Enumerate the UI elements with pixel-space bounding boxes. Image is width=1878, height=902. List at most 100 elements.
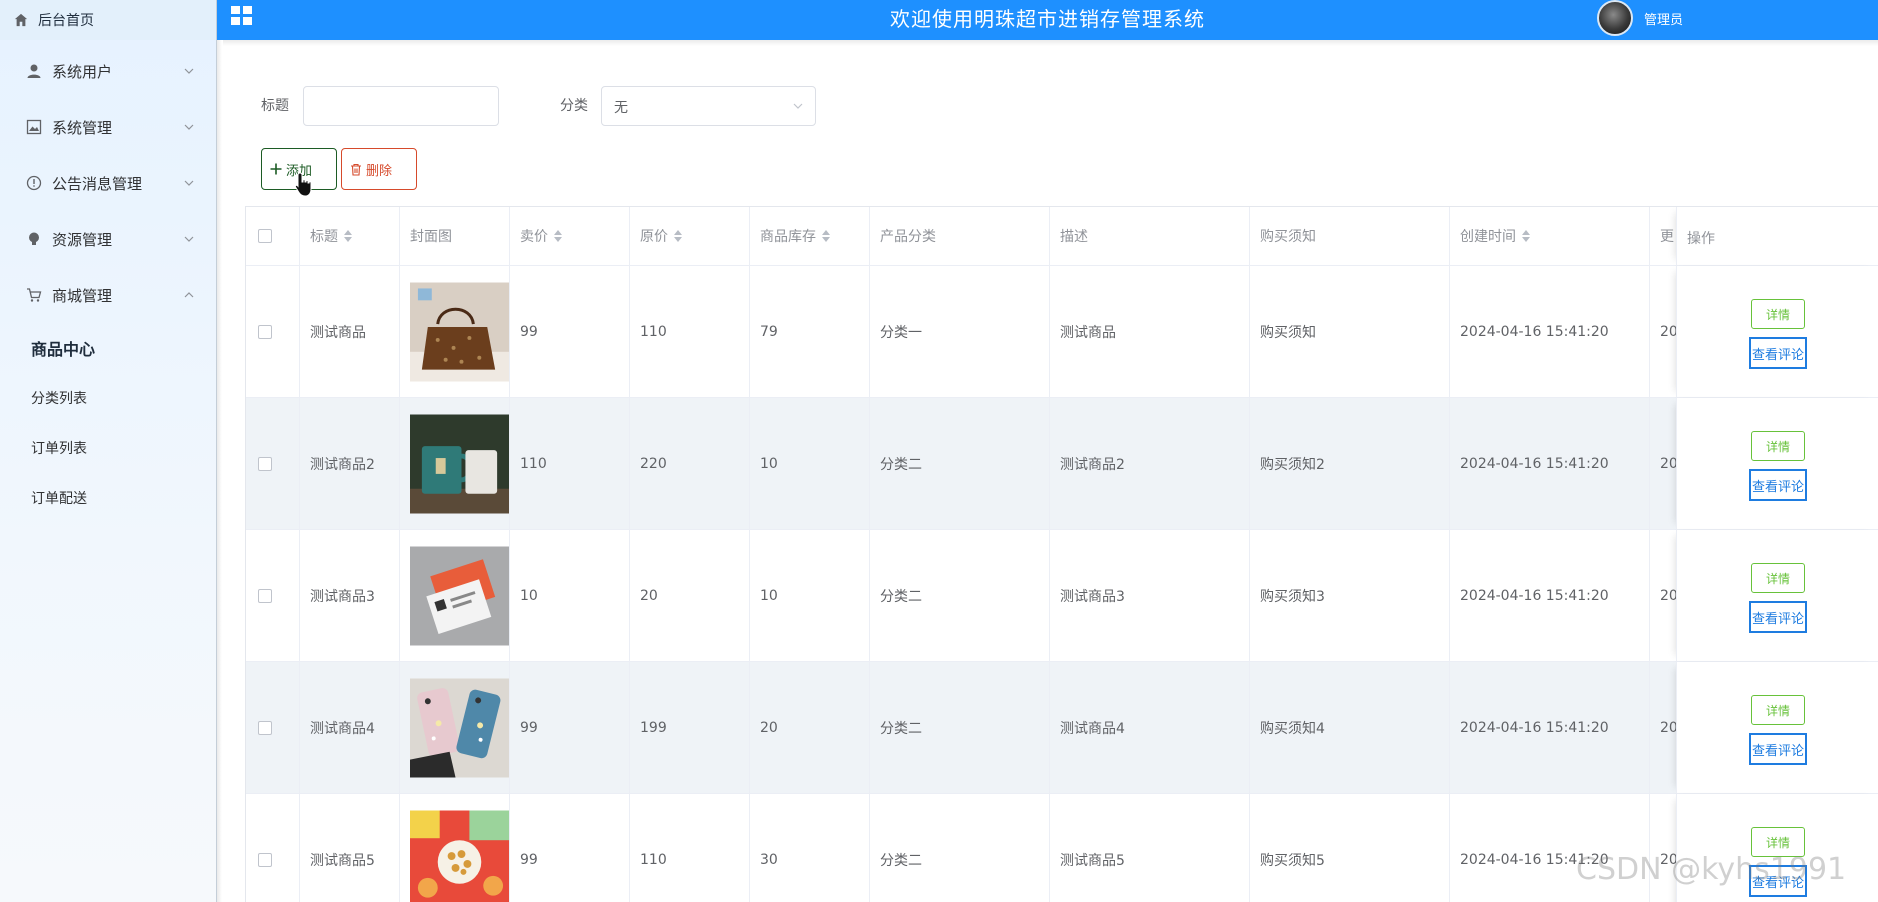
chevron-down-icon — [184, 236, 194, 242]
delete-button[interactable]: 删除 — [341, 148, 417, 190]
sidebar-subitem-category-list[interactable]: 分类列表 — [0, 373, 216, 423]
th-ops-label: 操作 — [1687, 231, 1715, 247]
cell-orig: 220 — [630, 398, 750, 529]
sidebar-subitem-label: 分类列表 — [31, 391, 87, 407]
view-comments-button[interactable]: 查看评论 — [1749, 601, 1807, 633]
view-comments-button[interactable]: 查看评论 — [1749, 733, 1807, 765]
product-image-cards[interactable] — [410, 546, 509, 646]
image-icon — [26, 119, 42, 135]
sort-icon[interactable] — [344, 229, 352, 243]
cell-notice: 购买须知 — [1250, 266, 1450, 397]
th-created-label: 创建时间 — [1460, 229, 1516, 245]
sidebar-subitem-product-center[interactable]: 商品中心 — [0, 323, 216, 373]
row-ops: 详情 查看评论 — [1676, 266, 1878, 397]
th-orig[interactable]: 原价 — [630, 207, 750, 265]
row-checkbox[interactable] — [258, 588, 272, 603]
title-filter-input[interactable] — [303, 86, 499, 126]
table-header-row: 标题 封面图 卖价 原价 商品库存 产品分类 描述 购买须知 创建时间 更 操作 — [246, 207, 1878, 266]
sidebar-item-mall[interactable]: 商城管理 — [0, 267, 216, 323]
th-created[interactable]: 创建时间 — [1450, 207, 1650, 265]
th-stock-label: 商品库存 — [760, 229, 816, 245]
cell-notice: 购买须知3 — [1250, 530, 1450, 661]
sidebar-item-label: 系统管理 — [52, 118, 113, 137]
detail-button[interactable]: 详情 — [1751, 563, 1805, 593]
sidebar-home[interactable]: 后台首页 — [0, 0, 216, 40]
th-category-label: 产品分类 — [880, 229, 936, 245]
cell-cover — [400, 266, 510, 397]
row-ops: 详情 查看评论 — [1676, 530, 1878, 661]
th-price[interactable]: 卖价 — [510, 207, 630, 265]
view-comments-button[interactable]: 查看评论 — [1749, 337, 1807, 369]
th-category: 产品分类 — [870, 207, 1050, 265]
cell-created: 2024-04-16 15:41:20 — [1450, 530, 1650, 661]
row-select-cell — [246, 266, 300, 397]
th-desc-label: 描述 — [1060, 229, 1088, 245]
cell-notice: 购买须知2 — [1250, 398, 1450, 529]
cell-orig: 199 — [630, 662, 750, 793]
cell-category: 分类一 — [870, 266, 1050, 397]
cell-desc: 测试商品2 — [1050, 398, 1250, 529]
row-checkbox[interactable] — [258, 324, 272, 339]
product-image-snacks[interactable] — [410, 810, 509, 902]
plus-icon — [270, 163, 282, 175]
product-image-mugs[interactable] — [410, 414, 509, 514]
cell-cover — [400, 398, 510, 529]
cell-created: 2024-04-16 15:41:20 — [1450, 662, 1650, 793]
row-select-cell — [246, 794, 300, 902]
sort-icon[interactable] — [674, 229, 682, 243]
category-filter-label: 分类 — [560, 98, 588, 114]
row-checkbox[interactable] — [258, 456, 272, 471]
cell-stock: 10 — [750, 398, 870, 529]
th-price-label: 卖价 — [520, 229, 548, 245]
th-ops: 操作 — [1676, 207, 1878, 265]
view-comments-button[interactable]: 查看评论 — [1749, 469, 1807, 501]
header-shadow — [223, 40, 1878, 46]
sidebar-subitem-label: 订单配送 — [31, 491, 87, 507]
sidebar-item-label: 商城管理 — [52, 286, 113, 305]
sort-icon[interactable] — [822, 229, 830, 243]
cell-desc: 测试商品5 — [1050, 794, 1250, 902]
sidebar-subitem-order-delivery[interactable]: 订单配送 — [0, 473, 216, 523]
cell-stock: 10 — [750, 530, 870, 661]
sidebar-item-system-users[interactable]: 系统用户 — [0, 43, 216, 99]
sort-icon[interactable] — [554, 229, 562, 243]
sidebar-item-system-management[interactable]: 系统管理 — [0, 99, 216, 155]
cell-cover — [400, 662, 510, 793]
product-image-handbag[interactable] — [410, 282, 509, 382]
product-image-phone-cases[interactable] — [410, 678, 509, 778]
row-checkbox[interactable] — [258, 720, 272, 735]
sidebar-subitem-order-list[interactable]: 订单列表 — [0, 423, 216, 473]
cell-title: 测试商品4 — [300, 662, 400, 793]
chevron-up-icon — [184, 292, 194, 298]
row-select-cell — [246, 398, 300, 529]
row-checkbox[interactable] — [258, 852, 272, 867]
sidebar-subitem-label: 订单列表 — [31, 441, 87, 457]
select-all-checkbox[interactable] — [258, 229, 272, 243]
cell-created: 2024-04-16 15:41:20 — [1450, 266, 1650, 397]
th-title[interactable]: 标题 — [300, 207, 400, 265]
detail-button[interactable]: 详情 — [1751, 299, 1805, 329]
bulb-icon — [29, 232, 39, 245]
chevron-down-icon — [184, 124, 194, 130]
cell-stock: 30 — [750, 794, 870, 902]
sort-icon[interactable] — [1522, 229, 1530, 243]
sidebar-item-resources[interactable]: 资源管理 — [0, 211, 216, 267]
info-icon — [26, 175, 42, 191]
sidebar-item-announcements[interactable]: 公告消息管理 — [0, 155, 216, 211]
sidebar-item-label: 公告消息管理 — [52, 174, 143, 193]
row-select-cell — [246, 662, 300, 793]
watermark: CSDN @kyhs1991 — [1576, 852, 1847, 887]
table-row: 测试商品3 10 20 10 分类二 测试商品3 购买须知3 2024-04-1… — [246, 530, 1878, 662]
user-name[interactable]: 管理员 — [1644, 9, 1683, 28]
cart-icon — [27, 288, 42, 302]
sidebar-item-label: 系统用户 — [52, 62, 113, 81]
avatar[interactable] — [1597, 0, 1633, 36]
detail-button[interactable]: 详情 — [1751, 695, 1805, 725]
category-select[interactable]: 无 — [601, 86, 816, 126]
detail-button[interactable]: 详情 — [1751, 431, 1805, 461]
th-notice-label: 购买须知 — [1260, 229, 1316, 245]
th-cover: 封面图 — [400, 207, 510, 265]
hand-cursor-icon — [294, 172, 312, 197]
th-desc: 描述 — [1050, 207, 1250, 265]
th-stock[interactable]: 商品库存 — [750, 207, 870, 265]
